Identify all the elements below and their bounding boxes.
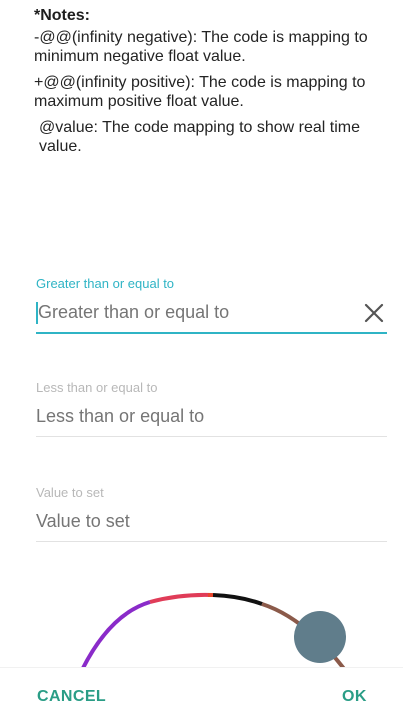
lte-underline — [36, 436, 387, 437]
value-dial[interactable] — [0, 584, 403, 670]
value-to-set-label: Value to set — [36, 485, 104, 500]
dial-segment-purple — [80, 600, 151, 670]
dial-arc-svg — [80, 592, 347, 670]
dialog-footer: CANCEL OK — [0, 667, 403, 714]
lte-input[interactable] — [36, 404, 387, 428]
lte-label: Less than or equal to — [36, 380, 158, 395]
ok-button[interactable]: OK — [342, 688, 367, 706]
close-icon[interactable] — [361, 300, 387, 326]
dial-segment-black — [212, 593, 263, 606]
text-caret — [36, 302, 38, 324]
dial-segment-red — [149, 592, 213, 604]
gte-field: Greater than or equal to — [36, 276, 389, 334]
value-to-set-field: Value to set — [36, 485, 387, 542]
notes-section: *Notes: -@@(infinity negative): The code… — [34, 6, 389, 163]
gte-underline — [36, 332, 387, 334]
note-infinity-positive: +@@(infinity positive): The code is mapp… — [34, 74, 366, 110]
gte-input[interactable] — [36, 300, 389, 324]
lte-field: Less than or equal to — [36, 380, 387, 437]
note-infinity-negative: -@@(infinity negative): The code is mapp… — [34, 29, 368, 65]
note-value: @value: The code mapping to show real ti… — [39, 119, 361, 155]
value-to-set-underline — [36, 541, 387, 542]
gte-label: Greater than or equal to — [36, 276, 175, 291]
dial-knob[interactable] — [294, 611, 346, 663]
notes-title: *Notes: — [34, 7, 91, 24]
value-to-set-input[interactable] — [36, 509, 387, 533]
cancel-button[interactable]: CANCEL — [37, 688, 106, 706]
